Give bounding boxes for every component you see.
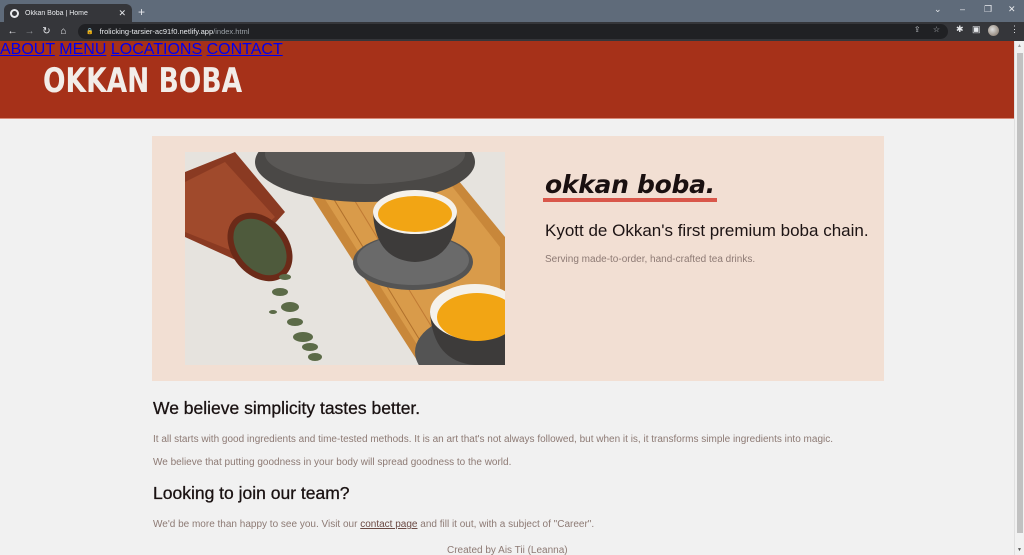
goodness-paragraph: We believe that putting goodness in your…	[153, 457, 512, 468]
nav-menu[interactable]: MENU	[59, 41, 106, 58]
tab-title: Okkan Boba | Home	[25, 9, 88, 17]
simplicity-heading: We believe simplicity tastes better.	[153, 398, 421, 418]
careers-text-after: and fill it out, with a subject of "Care…	[417, 519, 595, 530]
nav-locations[interactable]: LOCATIONS	[111, 41, 202, 58]
nav-contact[interactable]: CONTACT	[207, 41, 283, 58]
omnibox-actions: ⇪ ☆	[914, 25, 940, 34]
url-host: frolicking-tarsier-ac91f0.netlify.app	[99, 27, 214, 36]
careers-paragraph: We'd be more than happy to see you. Visi…	[153, 519, 893, 530]
hero-section: okkan boba. Kyott de Okkan's first premi…	[152, 136, 884, 381]
extensions-icon[interactable]: ✱	[956, 24, 964, 35]
ingredients-paragraph: It all starts with good ingredients and …	[153, 434, 834, 445]
back-icon[interactable]: ←	[4, 26, 21, 37]
home-icon[interactable]: ⌂	[55, 26, 72, 37]
side-panel-icon[interactable]: ▣	[972, 24, 981, 35]
hero-tagline: Kyott de Okkan's first premium boba chai…	[545, 221, 869, 240]
url-path: /index.html	[213, 27, 250, 36]
minimize-icon[interactable]: –	[960, 4, 965, 14]
footer-credit: Created by Ais Tii (Leanna)	[447, 545, 568, 555]
share-icon[interactable]: ⇪	[914, 25, 921, 34]
brand-heading: okkan boba.	[543, 170, 717, 202]
close-window-icon[interactable]: ✕	[1008, 4, 1016, 15]
address-bar[interactable]: 🔒 frolicking-tarsier-ac91f0.netlify.app /…	[78, 24, 948, 39]
hero-text: okkan boba. Kyott de Okkan's first premi…	[543, 170, 869, 265]
contact-page-link[interactable]: contact page	[360, 519, 417, 530]
scrollbar-thumb[interactable]	[1017, 53, 1023, 533]
main-nav: ABOUT MENU LOCATIONS CONTACT	[0, 41, 1014, 59]
browser-tab[interactable]: Okkan Boba | Home ✕	[4, 4, 132, 22]
nav-about[interactable]: ABOUT	[0, 41, 55, 58]
profile-avatar[interactable]	[988, 25, 999, 36]
join-team-heading: Looking to join our team?	[153, 483, 350, 503]
hero-subtagline: Serving made-to-order, hand-crafted tea …	[545, 254, 756, 265]
browser-tab-bar: Okkan Boba | Home ✕ + ⌄ – ❐ ✕	[0, 0, 1024, 22]
forward-icon[interactable]: →	[21, 26, 38, 37]
site-header: OKKAN BOBA ABOUT MENU LOCATIONS CONTACT	[0, 41, 1014, 119]
careers-text-before: We'd be more than happy to see you. Visi…	[153, 519, 361, 530]
hero-image	[185, 152, 505, 365]
about-section: We believe simplicity tastes better. It …	[153, 398, 893, 530]
close-tab-icon[interactable]: ✕	[118, 8, 126, 19]
bookmark-star-icon[interactable]: ☆	[933, 25, 940, 34]
globe-icon	[10, 8, 19, 18]
lock-icon: 🔒	[86, 29, 94, 35]
page: OKKAN BOBA ABOUT MENU LOCATIONS CONTACT	[0, 41, 1014, 555]
restore-icon[interactable]: ❐	[984, 4, 992, 15]
new-tab-button[interactable]: +	[138, 5, 145, 19]
browser-toolbar: ← → ↻ ⌂ 🔒 frolicking-tarsier-ac91f0.netl…	[0, 22, 1024, 41]
scroll-up-arrow-icon[interactable]: ▲	[1017, 43, 1022, 49]
browser-menu-icon[interactable]: ⋮	[1010, 24, 1019, 35]
site-logo[interactable]: OKKAN BOBA	[43, 61, 242, 101]
tab-search-icon[interactable]: ⌄	[934, 4, 942, 15]
page-scrollbar[interactable]: ▲ ▼	[1014, 41, 1024, 555]
tea-photo	[185, 152, 505, 365]
reload-icon[interactable]: ↻	[38, 26, 55, 37]
scroll-down-arrow-icon[interactable]: ▼	[1017, 547, 1022, 553]
